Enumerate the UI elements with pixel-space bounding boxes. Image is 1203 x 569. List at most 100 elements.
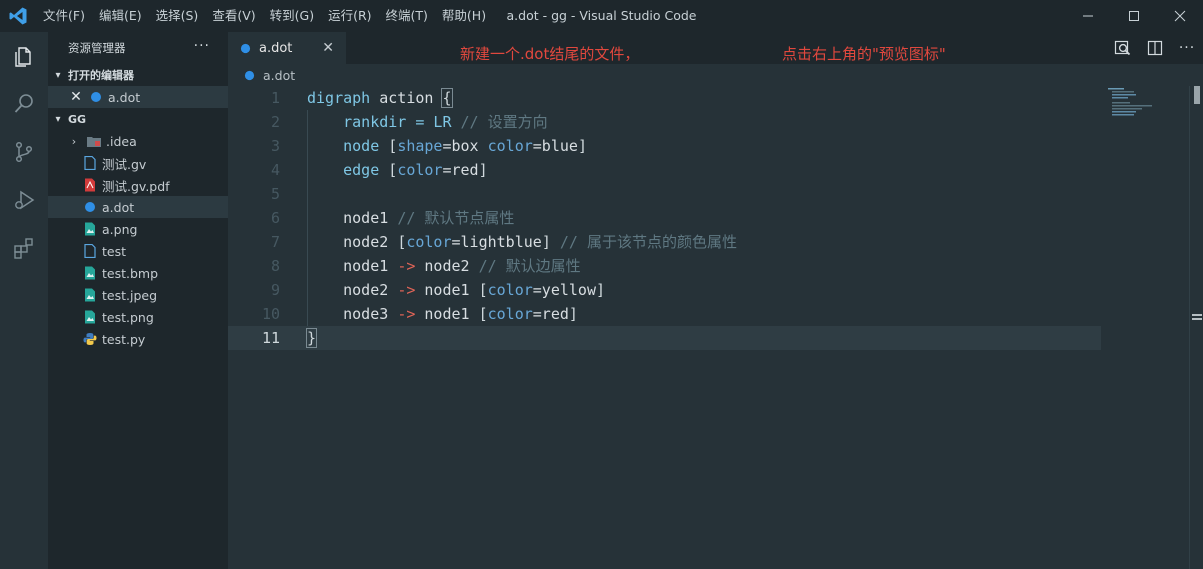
close-window-button[interactable] (1157, 0, 1203, 32)
cursor-position-marker (1192, 318, 1202, 320)
menu-edit[interactable]: 编辑(E) (92, 0, 149, 32)
open-editors-section[interactable]: ▾ 打开的编辑器 (48, 64, 228, 86)
tree-item-gv[interactable]: 测试.gv (48, 152, 228, 174)
cursor-position-marker (1192, 314, 1202, 316)
image-icon (82, 265, 98, 281)
run-debug-button[interactable] (0, 176, 48, 224)
chevron-right-icon: › (71, 134, 77, 148)
line-number: 11 (261, 329, 280, 347)
code-line[interactable]: 4 edge [color=red] (228, 158, 1101, 182)
tree-item-test-jpeg[interactable]: test.jpeg (48, 284, 228, 306)
tree-item-label: 测试.gv.pdf (102, 178, 170, 194)
code-text: edge [color=red] (307, 161, 488, 179)
tree-item-a-png[interactable]: a.png (48, 218, 228, 240)
folder-title: GG (68, 112, 87, 126)
folder-icon (86, 133, 102, 149)
editor-area: a.dot ✕ 新建一个.dot结尾的文件， 点击右上角的"预览图标" ··· (228, 32, 1203, 569)
line-number: 9 (270, 281, 280, 299)
minimize-icon (1083, 15, 1093, 17)
code-line[interactable]: 7 node2 [color=lightblue] // 属于该节点的颜色属性 (228, 230, 1101, 254)
menu-help[interactable]: 帮助(H) (435, 0, 493, 32)
tree-item-test-py[interactable]: test.py (48, 328, 228, 350)
explorer-header: 资源管理器 ··· (48, 32, 228, 64)
code-text: node1 -> node2 // 默认边属性 (307, 257, 581, 275)
more-actions-icon[interactable]: ··· (194, 38, 210, 54)
more-actions-icon: ··· (1178, 40, 1196, 56)
dot-file-icon (88, 89, 104, 105)
file-icon (82, 155, 98, 171)
annotation-note-right: 点击右上角的"预览图标" (782, 45, 946, 63)
open-editors-title: 打开的编辑器 (68, 69, 134, 82)
code-text: node3 -> node1 [color=red] (307, 305, 578, 323)
code-line[interactable]: 6 node1 // 默认节点属性 (228, 206, 1101, 230)
breadcrumb[interactable]: a.dot (228, 64, 1203, 86)
tab-a-dot[interactable]: a.dot ✕ (228, 32, 346, 64)
code-text: node2 -> node1 [color=yellow] (307, 281, 606, 299)
close-tab-icon[interactable]: ✕ (322, 40, 334, 56)
tab-bar: a.dot ✕ 新建一个.dot结尾的文件， 点击右上角的"预览图标" ··· (228, 32, 1203, 64)
menu-run[interactable]: 运行(R) (321, 0, 378, 32)
line-number: 1 (270, 89, 280, 107)
code-line[interactable]: 9 node2 -> node1 [color=yellow] (228, 278, 1101, 302)
close-editor-icon[interactable]: ✕ (68, 89, 84, 105)
tree-item-label: test.jpeg (102, 287, 158, 303)
split-editor-icon (1147, 40, 1163, 56)
split-editor-button[interactable] (1139, 32, 1171, 64)
tree-item-label: test.png (102, 309, 154, 325)
vscode-logo-icon (9, 7, 27, 25)
dot-file-icon (240, 43, 251, 54)
tree-item-test-png[interactable]: test.png (48, 306, 228, 328)
tree-item-label: .idea (106, 133, 137, 149)
line-number: 2 (270, 113, 280, 131)
open-editor-label: a.dot (108, 89, 141, 105)
minimap[interactable] (1108, 86, 1178, 116)
explorer-button[interactable] (0, 32, 48, 80)
menu-bar: 文件(F) 编辑(E) 选择(S) 查看(V) 转到(G) 运行(R) 终端(T… (36, 0, 493, 32)
search-button[interactable] (0, 80, 48, 128)
source-control-button[interactable] (0, 128, 48, 176)
tab-label: a.dot (259, 40, 293, 56)
code-line[interactable]: 3 node [shape=box color=blue] (228, 134, 1101, 158)
tree-item-test[interactable]: test (48, 240, 228, 262)
menu-go[interactable]: 转到(G) (263, 0, 321, 32)
tree-item-test-bmp[interactable]: test.bmp (48, 262, 228, 284)
menu-terminal[interactable]: 终端(T) (379, 0, 435, 32)
folder-section[interactable]: ▾ GG (48, 108, 228, 130)
image-icon (82, 287, 98, 303)
tree-item-pdf[interactable]: 测试.gv.pdf (48, 174, 228, 196)
preview-icon (1114, 40, 1131, 56)
maximize-icon (1129, 11, 1139, 21)
menu-view[interactable]: 查看(V) (205, 0, 262, 32)
scrollbar-thumb[interactable] (1194, 86, 1200, 104)
code-line[interactable]: 5 (228, 182, 1101, 206)
open-preview-button[interactable] (1107, 32, 1139, 64)
code-text: rankdir = LR // 设置方向 (307, 113, 548, 131)
tree-item-idea[interactable]: › .idea (48, 130, 228, 152)
code-line[interactable]: 8 node1 -> node2 // 默认边属性 (228, 254, 1101, 278)
extensions-button[interactable] (0, 224, 48, 272)
code-text: digraph action { (307, 88, 453, 108)
run-debug-icon (15, 190, 35, 210)
explorer-title: 资源管理器 (68, 41, 126, 55)
code-line[interactable]: 10 node3 -> node1 [color=red] (228, 302, 1101, 326)
code-line[interactable]: 1 digraph action { (228, 86, 1101, 110)
code-line-current[interactable]: 11 } (228, 326, 1101, 350)
tree-item-label: test (102, 243, 127, 259)
menu-selection[interactable]: 选择(S) (149, 0, 206, 32)
search-icon (14, 94, 33, 113)
more-editor-actions-button[interactable]: ··· (1171, 32, 1203, 64)
menu-file[interactable]: 文件(F) (36, 0, 92, 32)
line-number: 7 (270, 233, 280, 251)
maximize-button[interactable] (1111, 0, 1157, 32)
image-icon (82, 309, 98, 325)
tree-item-a-dot[interactable]: a.dot (48, 196, 228, 218)
minimize-button[interactable] (1065, 0, 1111, 32)
code-line[interactable]: 2 rankdir = LR // 设置方向 (228, 110, 1101, 134)
source-control-icon (15, 141, 33, 163)
tree-item-label: 测试.gv (102, 156, 147, 172)
image-icon (82, 221, 98, 237)
code-text: node1 // 默认节点属性 (307, 209, 515, 227)
line-number: 6 (270, 209, 280, 227)
open-editor-item[interactable]: ✕ a.dot (48, 86, 228, 108)
explorer-sidebar: 资源管理器 ··· ▾ 打开的编辑器 ✕ a.dot ▾ GG › .idea … (48, 32, 228, 569)
